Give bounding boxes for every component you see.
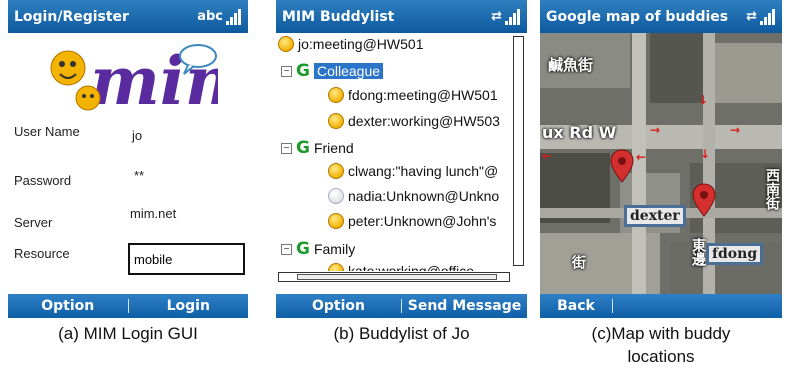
vertical-scrollbar[interactable] — [513, 36, 524, 266]
smiley-icon — [278, 36, 294, 52]
buddy-map-label[interactable]: fdong — [706, 243, 764, 265]
buddy-item[interactable]: dexter:working@HW503 — [328, 113, 500, 129]
buddy-item[interactable]: clwang:"having lunch"@ — [328, 163, 498, 179]
street-label: ux Rd W — [542, 123, 617, 142]
street-label: 鹹魚街 — [548, 56, 594, 74]
group-icon: G — [296, 239, 310, 259]
collapse-icon[interactable]: − — [281, 65, 292, 77]
username-value[interactable]: jo — [132, 128, 142, 143]
smiley-icon — [328, 163, 344, 179]
group-icon: G — [296, 61, 310, 81]
input-mode-indicator: abc — [197, 9, 223, 24]
buddy-tree: jo:meeting@HW501 − G Colleague fdong:mee… — [276, 33, 512, 271]
resource-input[interactable]: mobile — [128, 243, 245, 275]
group-label: Colleague — [313, 63, 384, 79]
caption-a: (a) MIM Login GUI — [58, 324, 198, 343]
scroll-thumb[interactable] — [297, 274, 497, 280]
password-label: Password — [14, 173, 72, 188]
login-titlebar: Login/Register abc — [8, 0, 248, 33]
server-label: Server — [14, 215, 53, 230]
traffic-arrow-icon: ← — [636, 150, 647, 164]
caption-c: (c)Map with buddy locations — [591, 324, 731, 366]
offline-smiley-icon — [328, 188, 344, 204]
collapse-icon[interactable]: − — [281, 243, 292, 255]
server-value[interactable]: mim.net — [130, 206, 176, 221]
buddy-item[interactable]: nadia:Unknown@Unkno — [328, 188, 499, 204]
buddylist-titlebar: MIM Buddylist ⇄ — [276, 0, 527, 33]
street-label: 西南街 — [764, 168, 780, 210]
signal-icon — [505, 8, 521, 25]
traffic-arrow-icon: ← — [542, 149, 553, 163]
smiley-icon — [328, 87, 344, 103]
map-title: Google map of buddies — [546, 8, 729, 25]
street-label: 街 — [570, 255, 586, 269]
back-softkey[interactable]: Back — [540, 298, 612, 314]
connection-icon: ⇄ — [746, 9, 757, 24]
login-title: Login/Register — [14, 8, 129, 25]
street-label: 東邊 — [690, 238, 706, 266]
buddylist-title: MIM Buddylist — [282, 8, 395, 25]
traffic-arrow-icon: ↓ — [698, 93, 709, 107]
buddy-map-label[interactable]: dexter — [624, 205, 686, 227]
login-softkey-bar: Option Login — [8, 294, 248, 318]
send-message-softkey[interactable]: Send Message — [402, 298, 527, 314]
map-view[interactable]: 鹹魚街 ux Rd W 西南街 東邊 街 ↓ → → ← ← ↓ dexter … — [540, 33, 782, 294]
group-label: Friend — [313, 140, 354, 156]
group-friend[interactable]: − G Friend — [281, 138, 354, 158]
traffic-arrow-icon: → — [650, 123, 661, 137]
signal-icon — [760, 8, 776, 25]
horizontal-scrollbar[interactable] — [278, 272, 510, 282]
signal-icon — [226, 8, 242, 25]
map-titlebar: Google map of buddies ⇄ — [540, 0, 782, 33]
login-softkey[interactable]: Login — [129, 298, 249, 314]
login-screen: Login/Register abc mim User Name jo Pass… — [8, 0, 248, 318]
buddylist-softkey-bar: Option Send Message — [276, 294, 527, 318]
buddy-item[interactable]: fdong:meeting@HW501 — [328, 87, 498, 103]
traffic-arrow-icon: → — [730, 123, 741, 137]
smiley-icon — [328, 213, 344, 229]
map-softkey-bar: Back — [540, 294, 782, 318]
buddy-item[interactable]: peter:Unknown@John's — [328, 213, 496, 229]
buddy-item[interactable]: kate:working@office — [328, 263, 474, 271]
resource-label: Resource — [14, 246, 70, 261]
option-softkey[interactable]: Option — [8, 298, 128, 314]
mim-logo-icon: mim — [50, 42, 218, 118]
buddylist-screen: MIM Buddylist ⇄ jo:meeting@HW501 − G Col… — [276, 0, 527, 318]
connection-icon: ⇄ — [491, 9, 502, 24]
group-icon: G — [296, 138, 310, 158]
collapse-icon[interactable]: − — [281, 142, 292, 154]
smiley-icon — [328, 113, 344, 129]
map-pin-icon[interactable] — [692, 183, 716, 217]
map-screen: Google map of buddies ⇄ 鹹魚街 ux Rd W 西南街 — [540, 0, 782, 318]
group-colleague[interactable]: − G Colleague — [281, 61, 384, 81]
caption-b: (b) Buddylist of Jo — [333, 324, 470, 343]
traffic-arrow-icon: ↓ — [700, 147, 711, 161]
option-softkey[interactable]: Option — [276, 298, 401, 314]
group-family[interactable]: − G Family — [281, 239, 355, 259]
password-value[interactable]: ** — [134, 168, 144, 183]
group-label: Family — [313, 241, 356, 257]
self-status[interactable]: jo:meeting@HW501 — [278, 36, 424, 52]
smiley-icon — [328, 263, 344, 271]
map-pin-icon[interactable] — [610, 149, 634, 183]
username-label: User Name — [14, 124, 80, 139]
